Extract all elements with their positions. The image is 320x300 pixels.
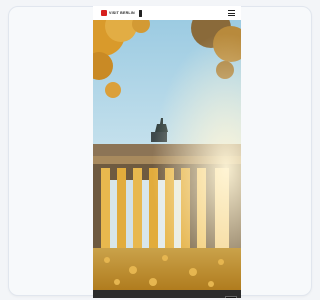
logo-mark-icon [101,10,107,16]
hero-image [93,20,241,290]
cookie-banner-text [97,295,221,299]
cookie-banner [93,290,241,298]
menu-icon[interactable] [228,10,235,16]
cookie-accept-button[interactable] [225,295,237,298]
mobile-page-preview: VISIT BERLIN [93,6,241,298]
bear-flag-icon [138,9,142,17]
site-header: VISIT BERLIN [93,6,241,20]
site-brand[interactable]: VISIT BERLIN [109,11,135,15]
